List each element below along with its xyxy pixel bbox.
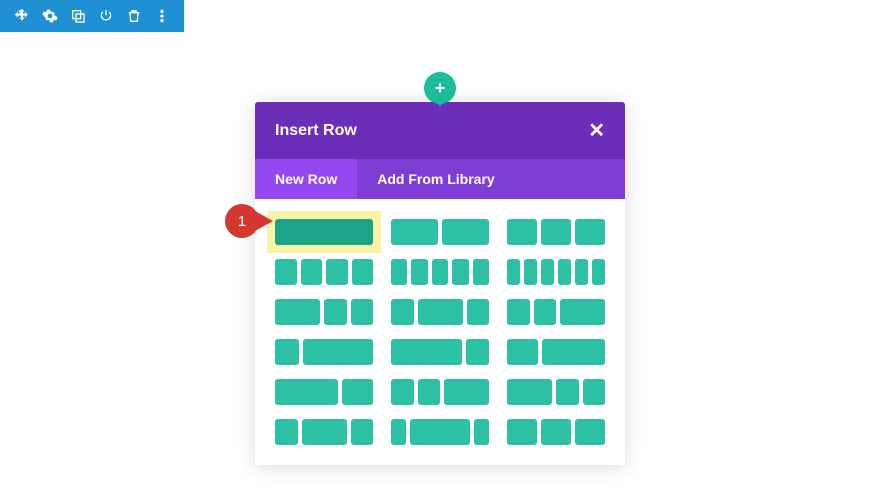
annotation-number: 1 bbox=[225, 204, 259, 238]
layout-column bbox=[575, 219, 605, 245]
layout-column bbox=[560, 299, 605, 325]
modal-tabs: New Row Add From Library bbox=[255, 159, 625, 199]
layout-option-2[interactable] bbox=[507, 219, 605, 245]
annotation-tail bbox=[255, 211, 273, 231]
delete-icon[interactable] bbox=[124, 6, 144, 26]
layout-column bbox=[507, 219, 537, 245]
annotation-callout: 1 bbox=[225, 204, 273, 238]
layout-column bbox=[391, 299, 414, 325]
layout-column bbox=[275, 219, 373, 245]
duplicate-icon[interactable] bbox=[68, 6, 88, 26]
layout-column bbox=[592, 259, 605, 285]
layout-column bbox=[391, 259, 407, 285]
layout-option-15[interactable] bbox=[275, 419, 373, 445]
layout-column bbox=[410, 419, 470, 445]
layout-column bbox=[275, 259, 297, 285]
layout-option-9[interactable] bbox=[275, 339, 373, 365]
layout-column bbox=[391, 379, 414, 405]
more-icon[interactable] bbox=[152, 6, 172, 26]
layout-column bbox=[411, 259, 427, 285]
layout-column bbox=[324, 299, 347, 325]
layout-column bbox=[507, 259, 520, 285]
layout-column bbox=[507, 299, 530, 325]
layout-column bbox=[302, 419, 347, 445]
layout-column bbox=[442, 219, 489, 245]
layout-option-14[interactable] bbox=[507, 379, 605, 405]
section-toolbar bbox=[0, 0, 184, 32]
layout-column bbox=[575, 259, 588, 285]
layout-column bbox=[541, 419, 571, 445]
layout-option-3[interactable] bbox=[275, 259, 373, 285]
layout-column bbox=[452, 259, 468, 285]
layout-option-12[interactable] bbox=[275, 379, 373, 405]
layout-column bbox=[556, 379, 579, 405]
modal-title: Insert Row bbox=[275, 122, 357, 140]
layout-column bbox=[575, 419, 605, 445]
layout-column bbox=[524, 259, 537, 285]
layout-column bbox=[391, 419, 406, 445]
layout-column bbox=[303, 339, 374, 365]
layout-option-6[interactable] bbox=[275, 299, 373, 325]
layout-column bbox=[466, 339, 490, 365]
layout-column bbox=[275, 379, 338, 405]
layout-column bbox=[342, 379, 373, 405]
layout-option-11[interactable] bbox=[507, 339, 605, 365]
layout-option-4[interactable] bbox=[391, 259, 489, 285]
layout-option-10[interactable] bbox=[391, 339, 489, 365]
layout-column bbox=[474, 419, 489, 445]
layout-option-1[interactable] bbox=[391, 219, 489, 245]
close-icon[interactable]: ✕ bbox=[588, 118, 605, 143]
layout-option-5[interactable] bbox=[507, 259, 605, 285]
insert-row-modal: Insert Row ✕ New Row Add From Library bbox=[255, 102, 625, 465]
layout-column bbox=[301, 259, 323, 285]
layout-option-0[interactable] bbox=[275, 219, 373, 245]
layout-column bbox=[275, 339, 299, 365]
layout-column bbox=[558, 259, 571, 285]
layout-option-17[interactable] bbox=[507, 419, 605, 445]
add-pointer bbox=[432, 98, 448, 106]
layout-column bbox=[507, 339, 538, 365]
layout-option-13[interactable] bbox=[391, 379, 489, 405]
layout-column bbox=[583, 379, 606, 405]
layout-column bbox=[326, 259, 348, 285]
layout-column bbox=[391, 219, 438, 245]
layout-column bbox=[467, 299, 490, 325]
layout-column bbox=[507, 379, 552, 405]
layout-column bbox=[352, 259, 374, 285]
modal-header: Insert Row ✕ bbox=[255, 102, 625, 159]
layout-option-7[interactable] bbox=[391, 299, 489, 325]
layout-column bbox=[275, 299, 320, 325]
layout-column bbox=[444, 379, 489, 405]
layout-column bbox=[391, 339, 462, 365]
layout-column bbox=[541, 219, 571, 245]
settings-icon[interactable] bbox=[40, 6, 60, 26]
layout-column bbox=[541, 259, 554, 285]
layout-option-16[interactable] bbox=[391, 419, 489, 445]
layout-column bbox=[351, 419, 374, 445]
layout-column bbox=[275, 419, 298, 445]
power-icon[interactable] bbox=[96, 6, 116, 26]
tab-new-row[interactable]: New Row bbox=[255, 159, 357, 199]
layout-column bbox=[507, 419, 537, 445]
layout-column bbox=[534, 299, 557, 325]
layout-column bbox=[351, 299, 374, 325]
layout-column bbox=[542, 339, 605, 365]
layout-column bbox=[432, 259, 448, 285]
layout-grid bbox=[255, 199, 625, 465]
layout-column bbox=[473, 259, 489, 285]
tab-add-from-library[interactable]: Add From Library bbox=[357, 159, 514, 199]
layout-option-8[interactable] bbox=[507, 299, 605, 325]
layout-column bbox=[418, 379, 441, 405]
move-icon[interactable] bbox=[12, 6, 32, 26]
layout-column bbox=[418, 299, 463, 325]
